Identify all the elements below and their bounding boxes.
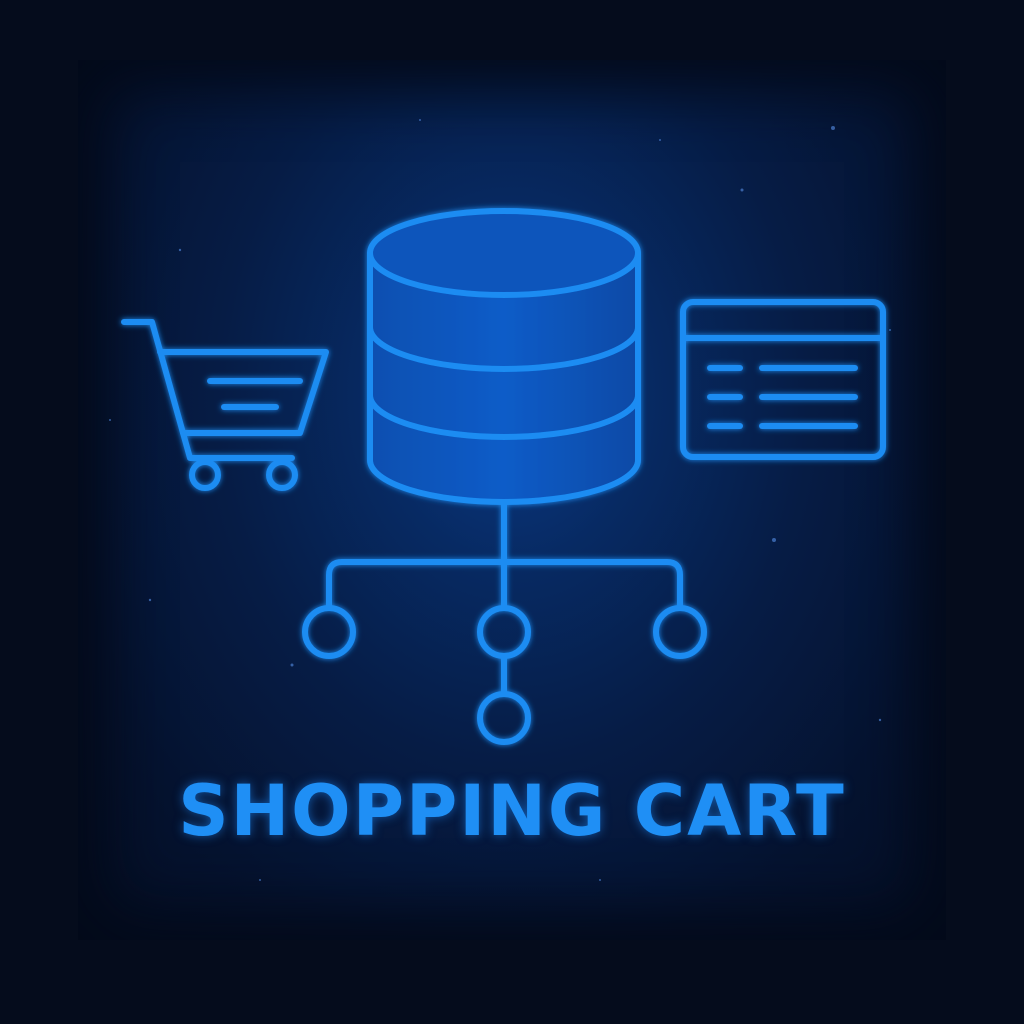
page-title: SHOPPING CART (178, 770, 846, 852)
browser-list-icon (680, 299, 886, 460)
illustration (109, 119, 891, 881)
shopping-cart-icon (121, 319, 329, 491)
network-tree-icon (302, 499, 707, 745)
database-icon (367, 208, 641, 505)
